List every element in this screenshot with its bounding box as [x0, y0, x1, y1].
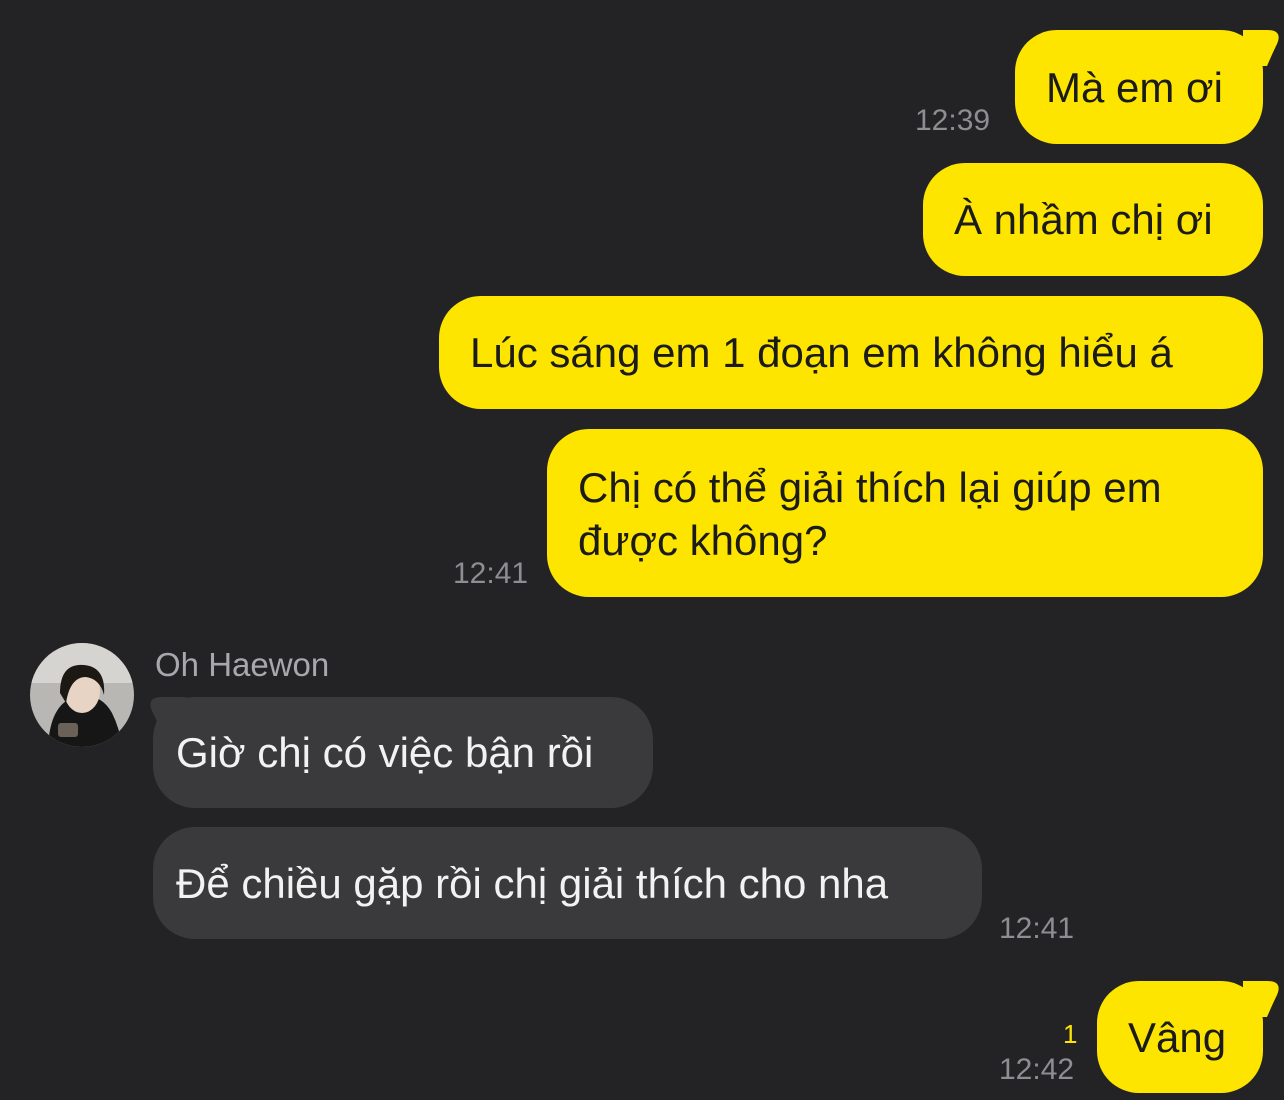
outgoing-message-bubble[interactable]: Chị có thể giải thích lại giúp em được k… [547, 429, 1263, 597]
message-timestamp: 12:41 [999, 912, 1075, 945]
bubble-tail-icon [1243, 30, 1279, 66]
message-timestamp: 12:41 [453, 557, 529, 590]
message-text: À nhầm chị ơi [954, 196, 1213, 243]
message-timestamp: 12:39 [915, 104, 991, 137]
avatar-photo-icon [30, 643, 134, 747]
message-text-line: Chị có thể giải thích lại giúp em [578, 464, 1162, 511]
outgoing-message-bubble[interactable]: Mà em ơi [1015, 30, 1263, 144]
outgoing-message-bubble[interactable]: À nhầm chị ơi [923, 163, 1263, 276]
bubble-tail-icon [1243, 981, 1279, 1017]
message-timestamp: 12:42 [999, 1053, 1075, 1086]
message-text: Lúc sáng em 1 đoạn em không hiểu á [470, 329, 1173, 376]
sender-name: Oh Haewon [155, 646, 330, 683]
incoming-message-bubble[interactable]: Để chiều gặp rồi chị giải thích cho nha [153, 827, 982, 939]
message-text: Mà em ơi [1046, 63, 1223, 111]
contact-avatar[interactable] [30, 643, 134, 747]
message-text: Giờ chị có việc bận rồi [176, 729, 594, 776]
outgoing-message-bubble[interactable]: Lúc sáng em 1 đoạn em không hiểu á [439, 296, 1263, 409]
incoming-message-bubble[interactable]: Giờ chị có việc bận rồi [153, 697, 653, 808]
message-text-line: được không? [578, 517, 828, 564]
message-text: Để chiều gặp rồi chị giải thích cho nha [176, 859, 889, 907]
unread-count: 1 [1063, 1019, 1078, 1049]
message-text: Vâng [1128, 1013, 1227, 1061]
outgoing-message-bubble[interactable]: Vâng [1097, 981, 1263, 1093]
